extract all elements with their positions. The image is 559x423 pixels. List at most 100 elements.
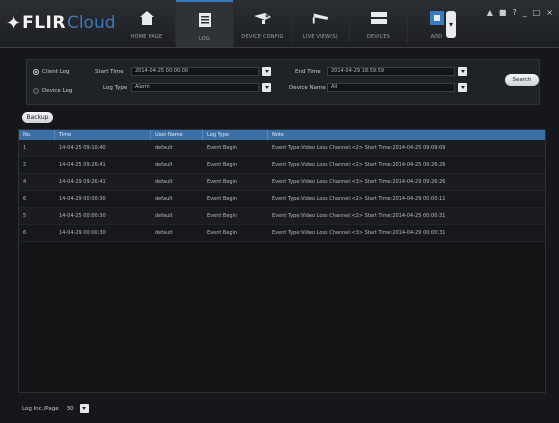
nav-label: ADD xyxy=(430,34,443,40)
pagination-footer: Log Inc./Page 30 xyxy=(22,404,89,413)
log-type-dropdown-button[interactable] xyxy=(262,83,271,92)
log-filter-panel: Client Log Device Log Start Time 2014-04… xyxy=(26,59,540,105)
cell-log-type: Event Begin xyxy=(207,145,238,151)
cell-time: 14-04-25 09:26:41 xyxy=(59,162,106,168)
cell-time: 14-04-29 09:26:41 xyxy=(59,179,106,185)
nav-label: LOG xyxy=(198,36,211,42)
nav-log[interactable]: LOG xyxy=(176,0,233,47)
radio-dot xyxy=(33,69,39,75)
table-row[interactable]: 6 14-04-29 00:00:30 default Event Begin … xyxy=(19,191,545,208)
user-icon[interactable]: ▲ xyxy=(487,8,493,17)
nav-scroll-button[interactable]: ▾ xyxy=(446,11,456,38)
device-log-label: Device Log xyxy=(42,88,73,94)
start-time-field[interactable]: 2014-04-25 00:00:00 xyxy=(131,67,259,76)
cell-time: 14-04-29 00:00:30 xyxy=(59,196,106,202)
table-header: No. Time User Name Log Type Note xyxy=(19,130,545,140)
end-time-field[interactable]: 2014-04-29 18:59:59 xyxy=(327,67,455,76)
logo-brand: FLIR xyxy=(22,13,66,33)
cell-no: 1 xyxy=(23,145,27,151)
device-name-select[interactable]: All xyxy=(327,83,455,92)
flir-cloud-logo: ✦ FLIR Cloud xyxy=(6,12,116,34)
end-time-label: End Time xyxy=(295,69,321,75)
nav-home-page[interactable]: HOME PAGE xyxy=(118,0,175,47)
nav-live-views[interactable]: LIVE VIEW(S) xyxy=(292,0,349,47)
cell-note: Event Type:Video Loss Channel:<2> Start … xyxy=(272,145,446,151)
search-button[interactable]: Search xyxy=(505,74,539,86)
device-name-dropdown-button[interactable] xyxy=(458,83,467,92)
backup-button[interactable]: Backup xyxy=(22,112,53,123)
table-row[interactable]: 6 14-04-29 00:00:30 default Event Begin … xyxy=(19,225,545,242)
table-row[interactable]: 5 14-04-25 00:00:30 default Event Begin … xyxy=(19,208,545,225)
cell-log-type: Event Begin xyxy=(207,230,238,236)
main-nav: HOME PAGE LOG DEVICE CONFIG LIVE VIEW(S) xyxy=(118,0,465,47)
cell-user-name: default xyxy=(155,162,173,168)
logs-per-page-label: Log Inc./Page xyxy=(22,405,59,412)
client-log-radio[interactable]: Client Log xyxy=(33,69,70,75)
cell-user-name: default xyxy=(155,145,173,151)
home-icon xyxy=(137,9,157,27)
header-time[interactable]: Time xyxy=(55,130,151,140)
header-note[interactable]: Note xyxy=(268,130,545,140)
maximize-icon[interactable]: □ xyxy=(533,8,541,17)
cell-user-name: default xyxy=(155,230,173,236)
cell-user-name: default xyxy=(155,179,173,185)
cell-note: Event Type:Video Loss Channel:<2> Start … xyxy=(272,213,446,219)
chevron-down-icon: ▾ xyxy=(448,20,453,29)
nav-device-config[interactable]: DEVICE CONFIG xyxy=(234,0,291,47)
end-time-calendar-button[interactable] xyxy=(458,67,467,76)
help-icon[interactable]: ? xyxy=(512,8,516,17)
cell-no: 4 xyxy=(23,179,27,185)
device-log-radio[interactable]: Device Log xyxy=(33,88,72,94)
nav-label: HOME PAGE xyxy=(130,34,163,40)
radio-dot xyxy=(33,88,39,94)
cell-no: 6 xyxy=(23,230,27,236)
header-user-name[interactable]: User Name xyxy=(151,130,203,140)
logo-cloud: Cloud xyxy=(66,13,116,33)
nav-add[interactable]: ADD xyxy=(408,0,465,47)
add-icon xyxy=(427,9,447,27)
cell-time: 14-04-25 00:00:30 xyxy=(59,213,106,219)
cell-note: Event Type:Video Loss Channel:<3> Start … xyxy=(272,179,446,185)
lock-icon[interactable]: ■ xyxy=(499,8,507,17)
cell-no: 5 xyxy=(23,213,27,219)
cell-time: 14-04-25 09:10:40 xyxy=(59,145,106,151)
cell-note: Event Type:Video Loss Channel:<2> Start … xyxy=(272,196,446,202)
log-type-select[interactable]: Alarm xyxy=(131,83,259,92)
flir-logo-mark: ✦ xyxy=(6,12,22,34)
log-icon xyxy=(195,11,215,29)
start-time-calendar-button[interactable] xyxy=(262,67,271,76)
cell-no: 2 xyxy=(23,162,27,168)
cell-user-name: default xyxy=(155,213,173,219)
table-row[interactable]: 1 14-04-25 09:10:40 default Event Begin … xyxy=(19,140,545,157)
cell-user-name: default xyxy=(155,196,173,202)
log-table: No. Time User Name Log Type Note 1 14-04… xyxy=(18,129,546,393)
nav-label: DEVICES xyxy=(366,34,391,40)
table-row[interactable]: 2 14-04-25 09:26:41 default Event Begin … xyxy=(19,157,545,174)
cell-log-type: Event Begin xyxy=(207,162,238,168)
table-body: 1 14-04-25 09:10:40 default Event Begin … xyxy=(19,140,545,242)
nav-label: LIVE VIEW(S) xyxy=(303,34,338,40)
device-name-label: Device Name xyxy=(289,85,326,91)
logs-per-page-dropdown-button[interactable] xyxy=(79,404,89,413)
header-log-type[interactable]: Log Type xyxy=(203,130,268,140)
nav-devices[interactable]: DEVICES xyxy=(350,0,407,47)
log-type-label: Log Type xyxy=(103,85,128,91)
minimize-icon[interactable]: _ xyxy=(523,8,527,17)
header-no[interactable]: No. xyxy=(19,130,55,140)
cell-log-type: Event Begin xyxy=(207,179,238,185)
window-controls: ▲ ■ ? _ □ × xyxy=(487,8,553,17)
device-config-icon xyxy=(253,9,273,27)
cell-log-type: Event Begin xyxy=(207,196,238,202)
client-log-label: Client Log xyxy=(42,69,70,75)
cell-note: Event Type:Video Loss Channel:<3> Start … xyxy=(272,230,446,236)
nav-label: DEVICE CONFIG xyxy=(241,34,284,40)
cell-note: Event Type:Video Loss Channel:<2> Start … xyxy=(272,162,446,168)
cell-no: 6 xyxy=(23,196,27,202)
close-icon[interactable]: × xyxy=(546,8,553,17)
logs-per-page-value[interactable]: 30 xyxy=(67,406,74,412)
top-nav-bar: ✦ FLIR Cloud HOME PAGE LOG DEVICE CONFIG xyxy=(0,0,559,48)
cell-log-type: Event Begin xyxy=(207,213,238,219)
devices-icon xyxy=(369,9,389,27)
camera-icon xyxy=(311,9,331,27)
table-row[interactable]: 4 14-04-29 09:26:41 default Event Begin … xyxy=(19,174,545,191)
